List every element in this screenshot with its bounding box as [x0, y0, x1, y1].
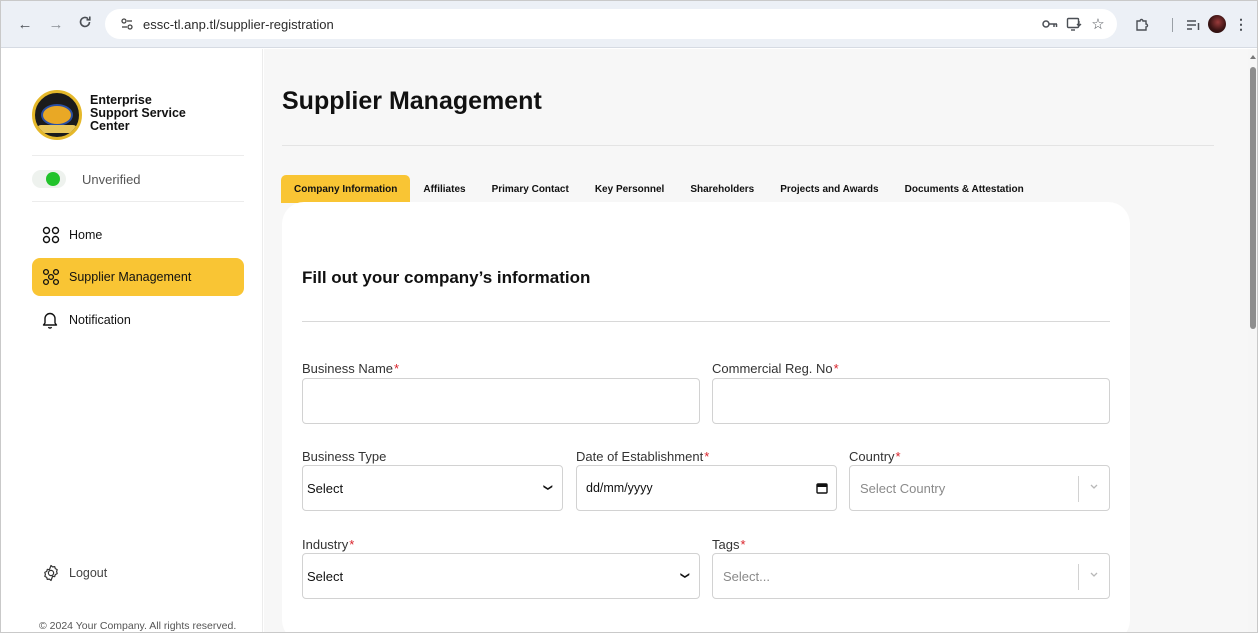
tab-company-information[interactable]: Company Information [281, 175, 411, 203]
page-scrollbar[interactable] [1248, 49, 1257, 632]
business-name-input[interactable] [302, 378, 700, 424]
main-content: Supplier Management Company Information … [264, 49, 1248, 632]
back-icon[interactable]: ← [15, 15, 35, 35]
media-queue-icon[interactable] [1183, 14, 1203, 34]
select-separator [1078, 564, 1079, 590]
brand-line-3: Center [90, 119, 130, 133]
toolbar-separator [1172, 18, 1173, 32]
chevron-down-icon: ❯ [680, 571, 691, 580]
tab-key-personnel[interactable]: Key Personnel [582, 175, 677, 203]
commercial-reg-input[interactable] [712, 378, 1110, 424]
business-type-label: Business Type [302, 449, 387, 464]
select-value: Select [307, 481, 344, 496]
commercial-reg-label: Commercial Reg. No* [712, 361, 839, 376]
brand-name: Enterprise Support Service Center [90, 94, 186, 133]
label-text: Date of Establishment [576, 449, 704, 464]
footer-copyright: © 2024 Your Company. All rights reserved… [39, 620, 237, 632]
sidebar-divider [32, 155, 244, 156]
network-icon [42, 267, 64, 287]
tab-bar: Company Information Affiliates Primary C… [281, 175, 1037, 203]
scrollbar-thumb[interactable] [1250, 67, 1256, 329]
required-marker: * [704, 449, 710, 464]
grid-icon [42, 225, 64, 245]
sidebar-item-supplier-management[interactable]: Supplier Management [32, 258, 244, 296]
chevron-down-icon: ❯ [543, 483, 554, 492]
sidebar-divider [32, 201, 244, 202]
sidebar-item-notification[interactable]: Notification [32, 301, 244, 339]
sidebar-item-label: Notification [69, 313, 131, 327]
address-bar[interactable]: essc-tl.anp.tl/supplier-registration [105, 9, 1117, 39]
tab-shareholders[interactable]: Shareholders [677, 175, 767, 203]
site-settings-icon[interactable] [119, 16, 135, 32]
chevron-down-icon[interactable] [1088, 568, 1100, 580]
label-text: Commercial Reg. No [712, 361, 833, 376]
select-placeholder: Select Country [860, 481, 946, 496]
required-marker: * [833, 361, 839, 376]
sidebar-item-label: Supplier Management [69, 270, 192, 284]
calendar-icon[interactable] [816, 482, 828, 494]
select-value: Select [307, 569, 344, 584]
logout-label: Logout [69, 566, 108, 580]
url-text[interactable]: essc-tl.anp.tl/supplier-registration [143, 17, 334, 32]
tags-select[interactable]: Select... [712, 553, 1110, 599]
forward-icon[interactable]: → [46, 15, 66, 35]
sidebar: Enterprise Support Service Center Unveri… [2, 49, 263, 632]
page-title: Supplier Management [282, 87, 542, 115]
required-marker: * [349, 537, 355, 552]
verification-status: Unverified [32, 170, 141, 188]
required-marker: * [394, 361, 400, 376]
tab-affiliates[interactable]: Affiliates [410, 175, 478, 203]
scroll-up-arrow-icon[interactable] [1250, 55, 1256, 59]
required-marker: * [740, 537, 746, 552]
select-separator [1078, 476, 1079, 502]
select-placeholder: Select... [723, 569, 770, 584]
form-title: Fill out your company’s information [302, 268, 591, 287]
status-toggle[interactable] [32, 170, 66, 188]
status-label: Unverified [82, 171, 141, 187]
browser-toolbar: ← → essc-tl.anp.tl/supplier-registration… [1, 1, 1257, 48]
business-type-select[interactable]: Select ❯ [302, 465, 563, 511]
extensions-icon[interactable] [1132, 14, 1152, 34]
industry-select[interactable]: Select ❯ [302, 553, 700, 599]
label-text: Industry [302, 537, 349, 552]
sidebar-item-label: Home [69, 228, 103, 242]
tab-documents-attestation[interactable]: Documents & Attestation [892, 175, 1037, 203]
bell-icon [42, 310, 64, 330]
business-name-label: Business Name* [302, 361, 399, 376]
label-text: Business Name [302, 361, 394, 376]
required-marker: * [895, 449, 901, 464]
date-of-establishment-input[interactable]: dd/mm/yyyy [576, 465, 837, 511]
country-select[interactable]: Select Country [849, 465, 1110, 511]
profile-avatar[interactable] [1207, 14, 1227, 34]
chevron-down-icon[interactable] [1088, 480, 1100, 492]
more-options-icon[interactable]: ⋮ [1231, 14, 1251, 34]
country-label: Country* [849, 449, 901, 464]
tags-label: Tags* [712, 537, 746, 552]
logout-button[interactable]: Logout [42, 563, 107, 583]
password-key-icon[interactable] [1040, 14, 1060, 34]
date-of-establishment-label: Date of Establishment* [576, 449, 709, 464]
title-divider [282, 145, 1214, 146]
industry-label: Industry* [302, 537, 354, 552]
tab-primary-contact[interactable]: Primary Contact [479, 175, 582, 203]
app-frame: ← → essc-tl.anp.tl/supplier-registration… [0, 0, 1258, 633]
date-placeholder: dd/mm/yyyy [586, 481, 653, 495]
sidebar-item-home[interactable]: Home [32, 216, 244, 254]
label-text: Tags [712, 537, 740, 552]
label-text: Country [849, 449, 895, 464]
tab-projects-and-awards[interactable]: Projects and Awards [767, 175, 891, 203]
reload-icon[interactable] [75, 15, 95, 35]
company-info-form-card: Fill out your company’s information Busi… [282, 202, 1130, 632]
bookmark-star-icon[interactable]: ☆ [1088, 14, 1108, 34]
gear-icon [42, 563, 64, 583]
install-app-icon[interactable] [1064, 14, 1084, 34]
company-logo [32, 90, 82, 140]
form-divider [302, 321, 1110, 322]
